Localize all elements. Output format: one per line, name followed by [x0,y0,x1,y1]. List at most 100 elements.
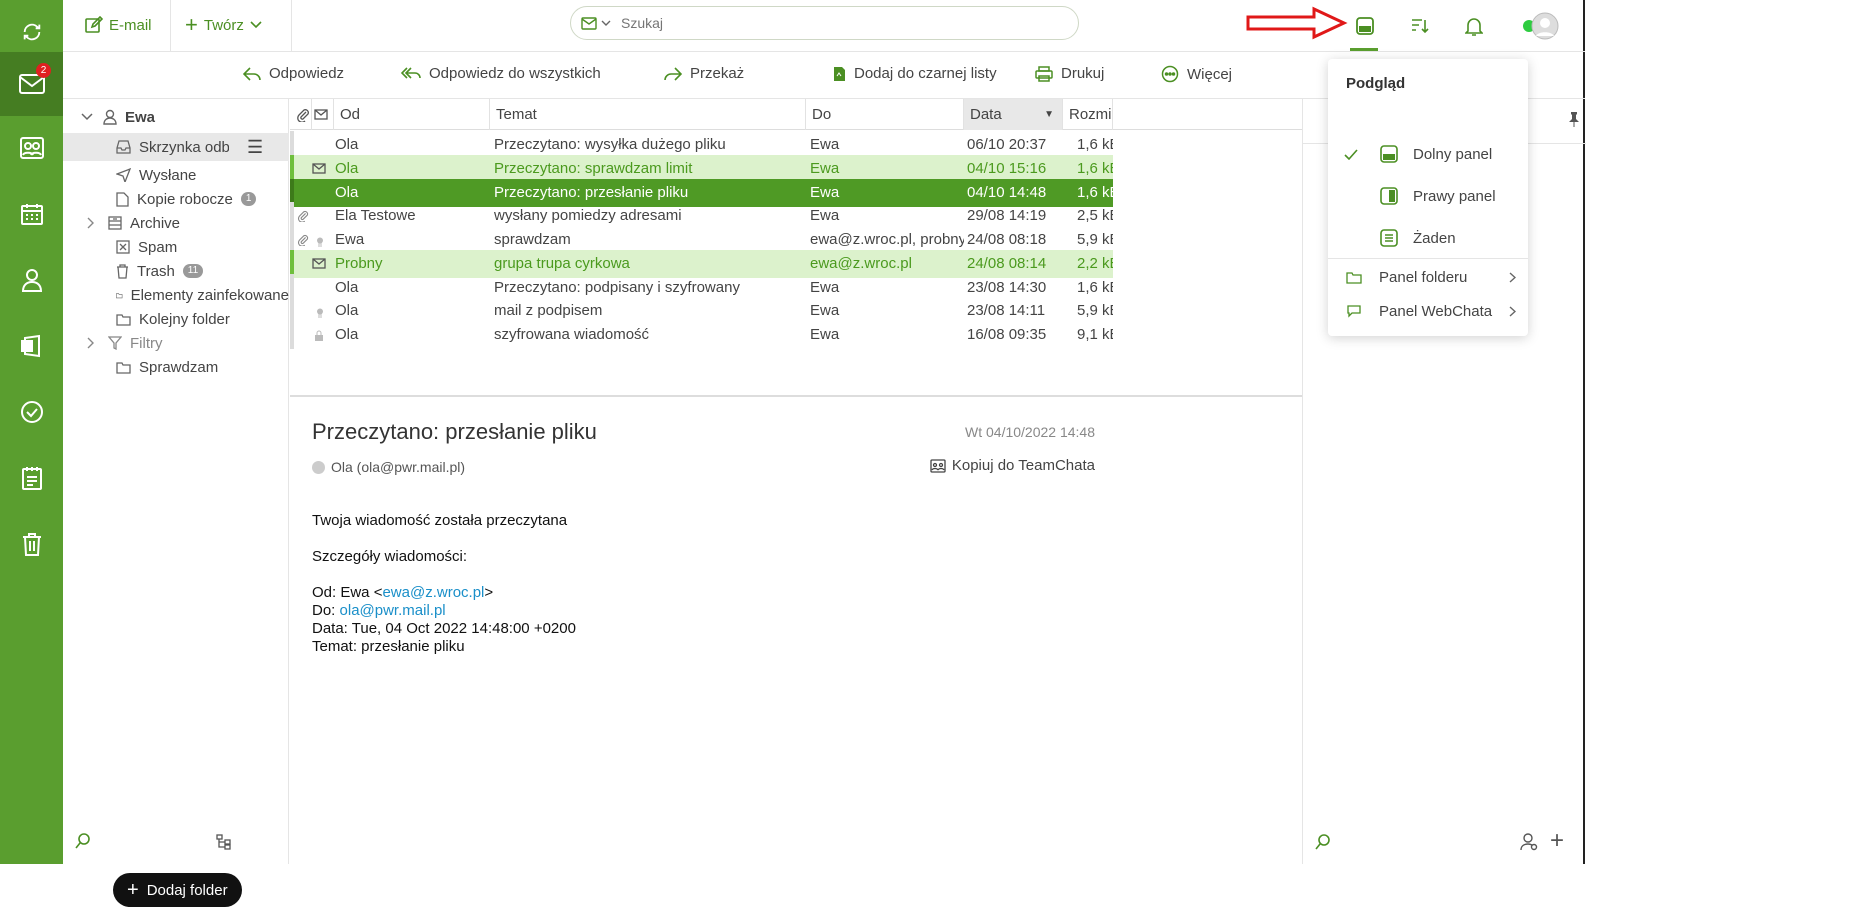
more-label: Więcej [1187,65,1233,83]
copy-to-teamchat-button[interactable]: Kopiuj do TeamChata [930,457,1095,474]
sender-label: Ola (ola@pwr.mail.pl) [331,459,466,475]
message-preview: Przeczytano: przesłanie pliku Wt 04/10/2… [290,397,1302,864]
print-label: Drukuj [1061,65,1105,82]
draft-count: 1 [240,192,257,206]
od-suffix: > [484,584,494,601]
chevron-right-icon[interactable] [87,337,95,349]
chevron-right-icon[interactable] [87,217,95,229]
pin-icon[interactable] [1568,111,1580,127]
details-date: Data: Tue, 04 Oct 2022 14:48:00 +0200 [312,620,576,637]
no-panel-icon [1380,229,1398,247]
email-button[interactable]: E-mail [85,12,152,38]
folder-label: Spam [138,238,178,256]
search-input[interactable] [621,15,1041,31]
folder-label: Wysłane [139,166,197,184]
notifications-button[interactable] [1458,10,1490,42]
submenu-folder-panel[interactable]: Panel folderu [1328,260,1528,294]
unread-badge: 2 [36,63,51,78]
reply-button[interactable]: Odpowiedz [243,65,344,82]
mail-area: Od Temat Do Data ▼ Rozmiar OlaPrzeczytan… [290,99,1302,864]
chat-icon [1347,305,1361,318]
do-email-link[interactable]: ola@pwr.mail.pl [340,602,446,619]
cell-date: 16/08 09:35 [967,326,1047,343]
forward-button[interactable]: Przekaż [664,65,744,82]
dropdown-title: Podgląd [1346,75,1406,92]
rail-tasks[interactable] [0,380,63,444]
spam-icon [116,240,130,254]
reply-label: Odpowiedz [269,65,345,82]
forward-label: Przekaż [690,65,745,82]
preview-panel-button[interactable] [1349,10,1381,42]
contacts-card-icon [19,137,44,159]
send-icon [116,168,131,182]
notes-icon [21,467,42,490]
option-label: Dolny panel [1413,145,1493,163]
od-email-link[interactable]: ewa@z.wroc.pl [382,584,484,601]
folder-tree-icon[interactable] [216,834,232,850]
user-avatar[interactable] [1519,10,1559,42]
copy-label: Kopiuj do TeamChata [951,457,1095,474]
option-bottom-panel[interactable]: Dolny panel [1328,137,1528,171]
folder-inbox[interactable]: Skrzynka odbiorcza ☰ [63,133,289,161]
blacklist-button[interactable]: Dodaj do czarnej listy [833,65,997,82]
inbox-icon [116,140,131,154]
od-prefix: Od: Ewa < [312,584,383,601]
search-box [570,6,1079,40]
row-marker [290,321,294,349]
body-line: Szczegóły wiadomości: [312,548,468,565]
folder-sidebar: Ewa Skrzynka odbiorcza ☰ Wysłane Kopie r… [63,99,289,907]
hamburger-icon[interactable]: ☰ [247,137,263,158]
blacklist-icon [834,66,845,81]
rail-notes[interactable] [0,446,63,510]
plus-icon: + [185,12,198,37]
chevron-down-icon[interactable] [601,20,611,26]
divider [1328,258,1528,259]
submenu-label: Panel folderu [1379,268,1468,286]
rail-people[interactable] [0,248,63,312]
details-from: Od: Ewa <ewa@z.wroc.pl> [312,584,576,602]
option-right-panel[interactable]: Prawy panel [1328,179,1528,213]
reply-all-icon [401,66,421,79]
print-button[interactable]: Drukuj [1035,65,1104,82]
print-icon [1035,65,1053,82]
add-folder-label: Dodaj folder [146,881,228,899]
calendar-icon [20,204,43,225]
cell-to: Ewa [810,326,840,343]
search-icon[interactable] [1315,834,1331,850]
trash-icon [117,263,128,279]
rail-calendar[interactable] [0,182,63,246]
submenu-webchat-panel[interactable]: Panel WebChata [1328,294,1528,328]
create-button[interactable]: + Twórz [185,12,262,38]
preview-date: Wt 04/10/2022 14:48 [965,424,1095,440]
mail-filter-icon[interactable] [581,16,597,30]
sender-status-icon [312,460,325,474]
compose-icon [85,16,103,33]
body-line: Twoja wiadomość została przeczytana [312,512,568,529]
folder-label: Sprawdzam [139,358,219,376]
rail-trash[interactable] [0,512,63,576]
blacklist-label: Dodaj do czarnej listy [854,65,997,82]
add-folder-button[interactable]: + Dodaj folder [113,873,242,907]
table-row[interactable]: Ola szyfrowana wiadomość Ewa 16/08 09:35 9,1… [290,321,1113,349]
reply-all-button[interactable]: Odpowiedz do wszystkich [401,65,601,82]
search-icon[interactable] [75,833,91,849]
option-label: Prawy panel [1413,187,1496,205]
user-settings-icon[interactable] [1520,833,1538,851]
option-none[interactable]: Żaden [1328,221,1528,255]
rail-mail[interactable]: 2 [0,52,63,116]
divider [170,0,171,52]
more-button[interactable]: Więcej [1161,65,1232,83]
preview-sender[interactable]: Ola (ola@pwr.mail.pl) [312,459,465,475]
folder-sprawdzam[interactable]: Sprawdzam [63,353,289,381]
sort-icon [1412,19,1429,34]
sort-button[interactable] [1404,10,1436,42]
cell-subject: szyfrowana wiadomość [494,326,650,343]
submenu-label: Panel WebChata [1379,302,1493,320]
add-icon[interactable]: + [1550,827,1564,855]
account-node[interactable]: Ewa [63,103,289,131]
rail-documents[interactable]: W [0,314,63,378]
rail-contacts[interactable] [0,116,63,180]
divider [291,0,292,52]
trash-icon [22,533,41,556]
bottom-panel-icon [1380,145,1398,163]
